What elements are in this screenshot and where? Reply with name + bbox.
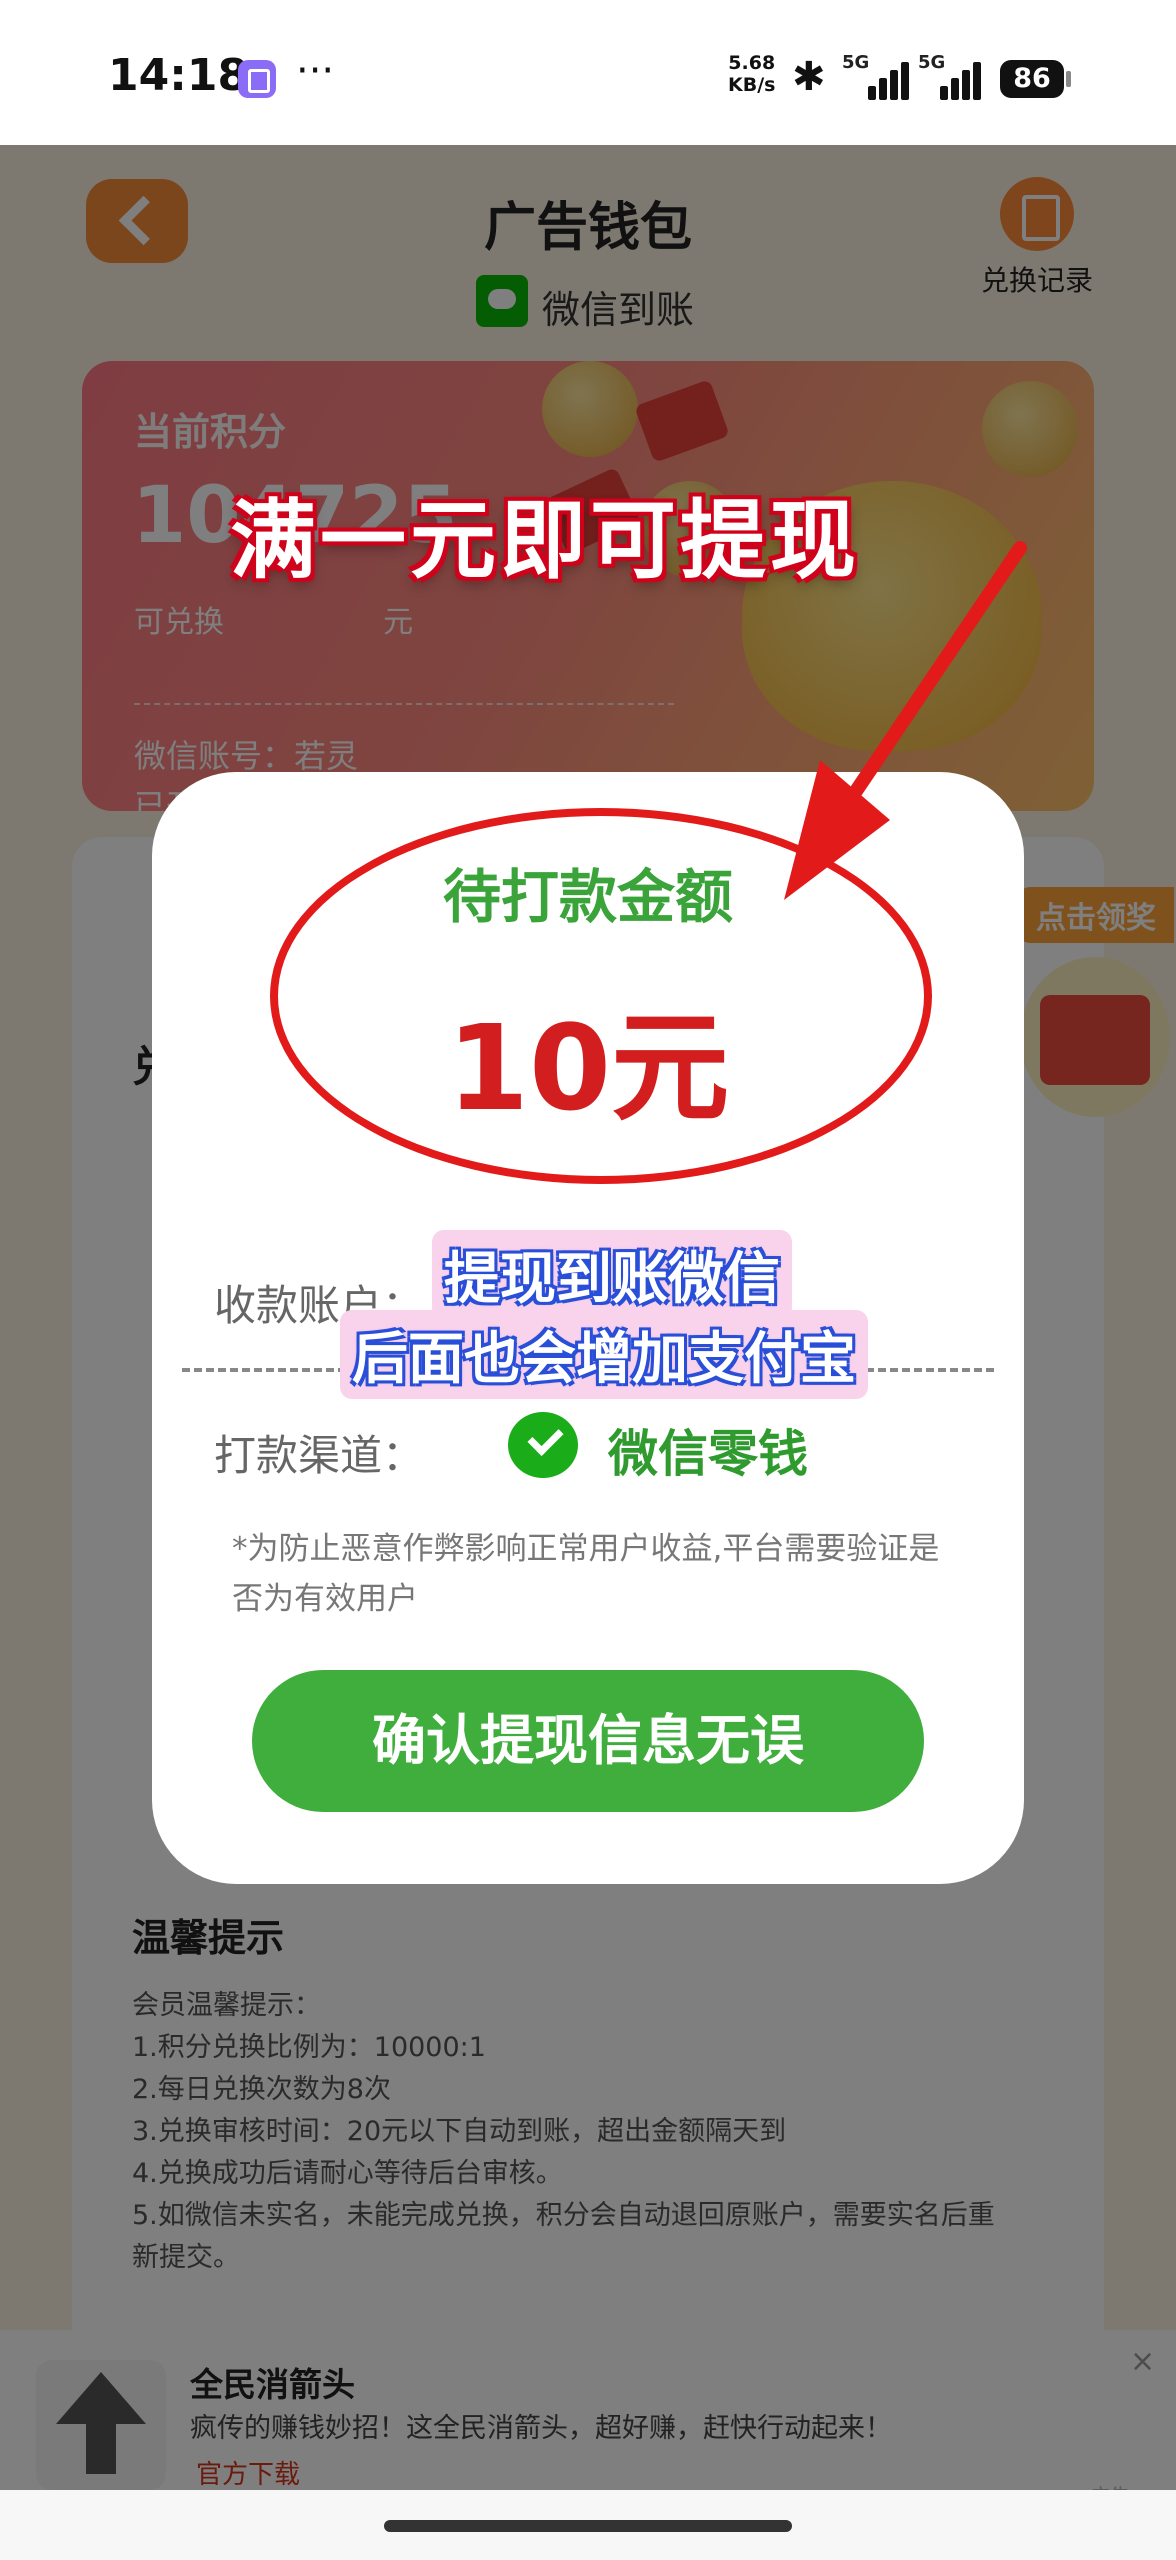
signal-1-label: 5G bbox=[842, 52, 870, 73]
annotation-line-1: 提现到账微信 bbox=[432, 1230, 792, 1319]
annotation-line-2: 后面也会增加支付宝 bbox=[340, 1310, 868, 1399]
signal-icon-2: 5G bbox=[918, 52, 984, 100]
bluetooth-icon: ✱ bbox=[792, 54, 826, 100]
system-nav-bar bbox=[0, 2490, 1176, 2560]
status-time: 14:18 bbox=[108, 50, 249, 101]
home-gesture-handle[interactable] bbox=[384, 2520, 792, 2532]
network-speed-unit: KB/s bbox=[728, 74, 776, 96]
battery-icon: 86 bbox=[1000, 60, 1064, 98]
battery-tip bbox=[1066, 71, 1071, 87]
overlay-caption: 满一元即可提现 bbox=[230, 491, 860, 591]
confirm-withdraw-button[interactable]: 确认提现信息无误 bbox=[252, 1670, 924, 1812]
more-notifications-icon: ··· bbox=[296, 48, 335, 94]
signal-2-label: 5G bbox=[918, 52, 946, 73]
payment-channel-value: 微信零钱 bbox=[608, 1425, 808, 1483]
wechat-pay-icon bbox=[508, 1412, 578, 1478]
amount-highlight-ring bbox=[270, 808, 932, 1184]
signal-icon-1: 5G bbox=[842, 52, 909, 100]
payment-channel-label: 打款渠道： bbox=[214, 1431, 425, 1480]
status-bar: 14:18 ··· 5.68 KB/s ✱ 5G 5G 86 bbox=[0, 0, 1176, 145]
network-speed: 5.68 KB/s bbox=[728, 52, 775, 96]
network-speed-value: 5.68 bbox=[728, 52, 776, 74]
app-notification-icon bbox=[238, 60, 276, 98]
anti-fraud-note: *为防止恶意作弊影响正常用户收益,平台需要验证是否为有效用户 bbox=[232, 1531, 940, 1617]
